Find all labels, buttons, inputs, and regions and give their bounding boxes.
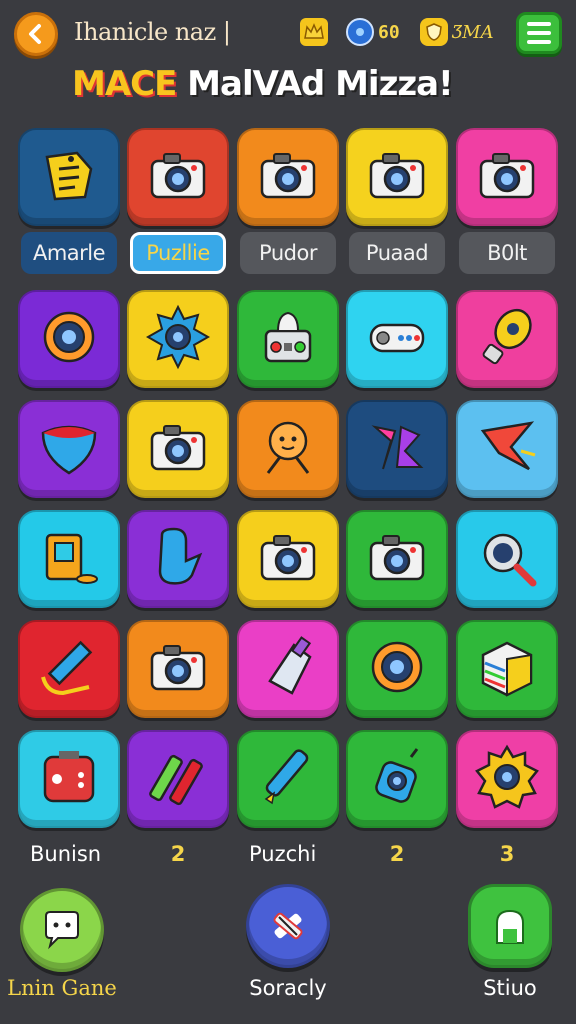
camera-icon xyxy=(252,139,324,215)
label-pill-selected[interactable]: Puzllie xyxy=(130,232,226,274)
heart-icon xyxy=(33,411,105,487)
brush-icon xyxy=(252,631,324,707)
lightbulb-icon xyxy=(471,301,543,377)
level-tile[interactable] xyxy=(127,730,229,828)
label-pill[interactable]: Pudor xyxy=(240,232,336,274)
level-tile[interactable] xyxy=(18,730,120,828)
label-pill[interactable]: B0lt xyxy=(459,232,555,274)
headline: MACE MalVAd Mizza! xyxy=(72,64,454,104)
lens-icon xyxy=(361,631,433,707)
level-tile[interactable] xyxy=(18,290,120,388)
camera-icon xyxy=(471,139,543,215)
nav-center-label[interactable]: Soracly xyxy=(228,976,348,1000)
level-tile[interactable] xyxy=(456,128,558,226)
gear-lens-icon xyxy=(142,301,214,377)
level-tile[interactable] xyxy=(456,620,558,718)
graffiti-icon xyxy=(361,411,433,487)
creature-icon xyxy=(252,411,324,487)
chat-icon xyxy=(45,911,79,950)
level-tile[interactable] xyxy=(237,510,339,608)
frame-icon xyxy=(33,521,105,597)
row-caption: 2 xyxy=(389,842,405,866)
lens-icon xyxy=(33,301,105,377)
camera-icon xyxy=(142,411,214,487)
level-tile[interactable] xyxy=(127,128,229,226)
level-tile[interactable] xyxy=(127,400,229,498)
camera-icon xyxy=(361,139,433,215)
pen-icon xyxy=(252,741,324,817)
door-icon xyxy=(496,909,524,944)
row-caption: Bunisn xyxy=(30,842,102,866)
level-tile[interactable] xyxy=(456,730,558,828)
chevron-left-icon xyxy=(29,24,41,44)
level-tile[interactable] xyxy=(346,290,448,388)
level-tile[interactable] xyxy=(456,290,558,388)
nav-right-button[interactable] xyxy=(468,884,552,968)
level-tile[interactable] xyxy=(127,620,229,718)
hamburger-icon xyxy=(527,22,551,26)
back-button[interactable] xyxy=(14,12,58,56)
star-icon xyxy=(471,411,543,487)
level-tile[interactable] xyxy=(18,400,120,498)
label-pill[interactable]: Puaad xyxy=(349,232,445,274)
camera-icon xyxy=(142,631,214,707)
level-tile[interactable] xyxy=(127,510,229,608)
row-caption: 2 xyxy=(170,842,186,866)
box-icon xyxy=(471,631,543,707)
headline-secondary: MalVAd Mizza! xyxy=(176,64,453,104)
nav-center-button[interactable] xyxy=(246,884,330,968)
camera-icon xyxy=(252,521,324,597)
nav-left-button[interactable] xyxy=(20,888,104,972)
pencil-icon xyxy=(33,631,105,707)
nav-left-label[interactable]: Lnin Gane xyxy=(6,976,118,1000)
level-tile[interactable] xyxy=(237,290,339,388)
camera-icon xyxy=(142,139,214,215)
headline-primary: MACE xyxy=(72,64,177,104)
level-tile[interactable] xyxy=(237,620,339,718)
level-tile[interactable] xyxy=(346,510,448,608)
camera-icon xyxy=(361,521,433,597)
level-tile[interactable] xyxy=(237,730,339,828)
level-tile[interactable] xyxy=(346,400,448,498)
gem-count: 60 xyxy=(378,21,400,43)
robot-icon xyxy=(252,301,324,377)
seat-icon xyxy=(142,521,214,597)
markers-icon xyxy=(142,741,214,817)
level-tile[interactable] xyxy=(346,128,448,226)
menu-button[interactable] xyxy=(516,12,562,54)
level-tile[interactable] xyxy=(18,128,120,226)
level-tile[interactable] xyxy=(346,730,448,828)
row-caption: Puzchi xyxy=(249,842,317,866)
gamepad-icon xyxy=(361,301,433,377)
magnifier-icon xyxy=(471,521,543,597)
gem-icon xyxy=(346,18,374,46)
level-tile[interactable] xyxy=(237,128,339,226)
shield-stat[interactable]: ƷMA xyxy=(420,14,494,50)
tools-icon xyxy=(273,912,303,940)
level-tile[interactable] xyxy=(127,290,229,388)
gear-icon xyxy=(471,741,543,817)
console-icon xyxy=(33,741,105,817)
app-title: Ihanicle naz | xyxy=(74,18,231,46)
crown-icon xyxy=(300,18,328,46)
shield-count: ƷMA xyxy=(452,21,494,43)
robot-camera-icon xyxy=(361,741,433,817)
level-tile[interactable] xyxy=(237,400,339,498)
top-bar: Ihanicle naz | 60 ƷMA xyxy=(0,0,576,64)
level-tile[interactable] xyxy=(18,620,120,718)
level-tile[interactable] xyxy=(18,510,120,608)
crown-stat[interactable] xyxy=(300,14,328,50)
level-tile[interactable] xyxy=(456,510,558,608)
nav-right-label[interactable]: Stiuo xyxy=(460,976,560,1000)
tag-icon xyxy=(33,139,105,215)
level-tile[interactable] xyxy=(346,620,448,718)
label-pill[interactable]: Amarle xyxy=(21,232,117,274)
shield-icon xyxy=(420,18,448,46)
level-tile[interactable] xyxy=(456,400,558,498)
row-caption: 3 xyxy=(499,842,515,866)
gem-stat[interactable]: 60 xyxy=(346,14,400,50)
